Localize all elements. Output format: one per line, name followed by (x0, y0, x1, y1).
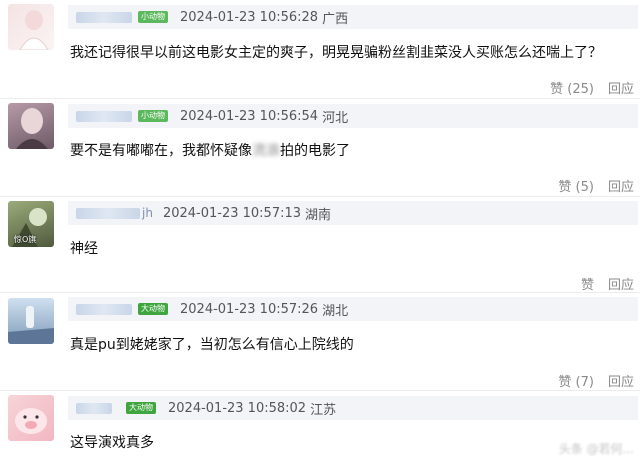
comment-item: 惊O旗 jh 2024-01-23 10:57:13 湖南 神经 赞 回应 (0, 197, 640, 293)
comment-item: 大动物 2024-01-23 10:57:26 湖北 真是pu到姥姥家了，当初怎… (0, 293, 640, 391)
user-name-suffix[interactable]: jh (142, 206, 153, 220)
avatar-figure-icon (8, 306, 54, 344)
like-button[interactable]: 赞 (7) (558, 371, 594, 390)
comment-list: 小动物 2024-01-23 10:56:28 广西 我还记得很早以前这电影女主… (0, 0, 640, 457)
level-badge: 大动物 (138, 303, 168, 315)
location: 广西 (322, 11, 349, 27)
level-badge: 大动物 (126, 402, 156, 414)
watermark: 头条 @若何... (558, 442, 634, 456)
timestamp: 2024-01-23 10:58:02 (168, 400, 307, 416)
comment-text: 这导演戏真多 (70, 435, 154, 451)
comment-actions: 赞 (7) 回应 (558, 371, 634, 390)
location: 湖北 (322, 303, 349, 319)
timestamp: 2024-01-23 10:57:13 (162, 205, 302, 221)
reply-button[interactable]: 回应 (608, 371, 634, 390)
avatar[interactable] (8, 103, 54, 149)
location: 湖南 (305, 207, 332, 223)
avatar[interactable] (8, 298, 54, 344)
user-name[interactable] (76, 110, 132, 122)
location: 江苏 (310, 402, 337, 418)
avatar[interactable] (8, 395, 54, 441)
reply-button[interactable]: 回应 (608, 176, 634, 195)
like-button[interactable]: 赞 (25) (550, 78, 594, 97)
comment-text: 我还记得很早以前这电影女主定的爽子，明晃晃骗粉丝割韭菜没人买账怎么还喘上了？ (70, 45, 602, 61)
user-name[interactable] (76, 207, 140, 219)
timestamp: 2024-01-23 10:57:26 (180, 301, 319, 317)
comment-item: 大动物 2024-01-23 10:58:02 江苏 这导演戏真多 (0, 391, 640, 457)
comment-text: 真是pu到姥姥家了，当初怎么有信心上院线的 (70, 337, 354, 353)
avatar[interactable]: 惊O旗 (8, 201, 54, 247)
reply-button[interactable]: 回应 (608, 78, 634, 97)
avatar[interactable] (8, 4, 54, 50)
comment-header: 小动物 2024-01-23 10:56:28 广西 (68, 5, 638, 29)
location: 河北 (322, 110, 349, 126)
comment-text: 要不是有嘟嘟在，我都怀疑像流浪拍的电影了 (70, 143, 350, 159)
comment-header: 大动物 2024-01-23 10:57:26 湖北 (68, 297, 638, 321)
like-button[interactable]: 赞 (5) (558, 176, 594, 195)
avatar-figure-icon (19, 10, 49, 50)
comment-actions: 赞 回应 (581, 274, 634, 293)
avatar-caption: 惊O旗 (14, 235, 37, 244)
comment-actions: 赞 (25) 回应 (550, 78, 634, 97)
comment-header: 小动物 2024-01-23 10:56:54 河北 (68, 104, 638, 128)
user-name[interactable] (76, 402, 112, 414)
comment-actions: 赞 (5) 回应 (558, 176, 634, 195)
comment-item: 小动物 2024-01-23 10:56:54 河北 要不是有嘟嘟在，我都怀疑像… (0, 99, 640, 197)
comment-item: 小动物 2024-01-23 10:56:28 广西 我还记得很早以前这电影女主… (0, 0, 640, 98)
reply-button[interactable]: 回应 (608, 274, 634, 293)
timestamp: 2024-01-23 10:56:54 (180, 108, 319, 124)
level-badge: 小动物 (138, 110, 168, 122)
user-name[interactable] (76, 11, 132, 23)
like-button[interactable]: 赞 (581, 274, 594, 293)
blurred-text: 流浪 (252, 143, 280, 159)
comment-header: jh 2024-01-23 10:57:13 湖南 (68, 201, 638, 225)
timestamp: 2024-01-23 10:56:28 (180, 9, 319, 25)
user-name[interactable] (76, 303, 132, 315)
comment-header: 大动物 2024-01-23 10:58:02 江苏 (68, 396, 638, 420)
level-badge: 小动物 (138, 11, 168, 23)
comment-text: 神经 (70, 241, 98, 257)
avatar-pig-icon (15, 408, 47, 434)
avatar-figure-icon (16, 108, 48, 149)
